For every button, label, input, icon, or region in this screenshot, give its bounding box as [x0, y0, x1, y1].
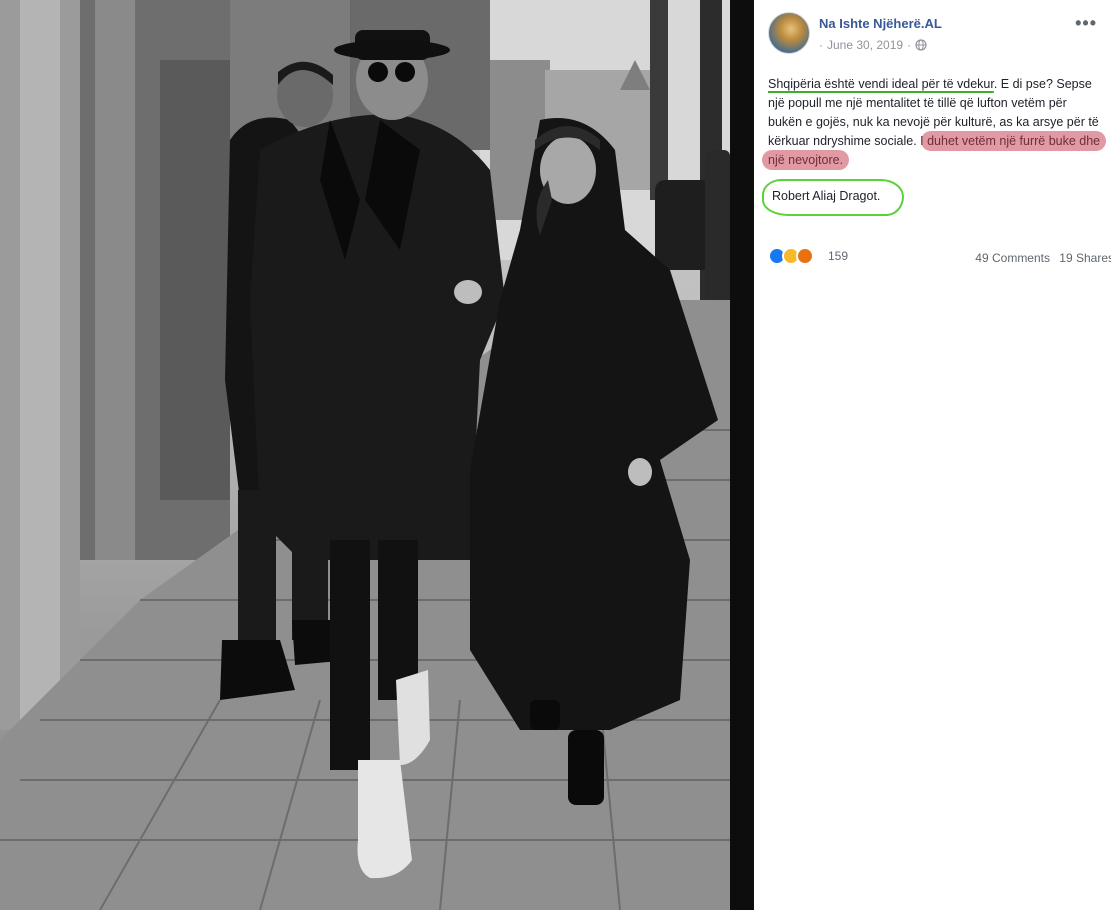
- reaction-count[interactable]: 159: [828, 249, 848, 263]
- signature-text: Robert Aliaj Dragot.: [772, 189, 881, 203]
- signature-circle: Robert Aliaj Dragot.: [762, 179, 905, 216]
- angry-icon: [796, 247, 814, 265]
- photo-viewer: [0, 0, 754, 910]
- underlined-text: Shqipëria është vendi ideal për të vdeku…: [768, 77, 994, 91]
- more-options-button[interactable]: •••: [1075, 14, 1097, 32]
- meta-separator: ·: [907, 38, 912, 52]
- reaction-icons[interactable]: [768, 247, 814, 265]
- post-date-link[interactable]: June 30, 2019: [827, 38, 903, 52]
- post-paragraph: Shqipëria është vendi ideal për të vdeku…: [762, 75, 1107, 170]
- page-name-link[interactable]: Na Ishte Njëherë.AL: [819, 16, 942, 31]
- photo-illustration: [0, 0, 730, 910]
- post-side-panel: Na Ishte Njëherë.AL · June 30, 2019 · ••…: [754, 0, 1111, 910]
- post-message: Shqipëria është vendi ideal për të vdeku…: [762, 75, 1107, 216]
- reactions-bar: 159 49 Comments 19 Shares: [768, 247, 1111, 267]
- shares-link[interactable]: 19 Shares: [1059, 251, 1111, 265]
- meta-separator: ·: [819, 38, 823, 52]
- post-meta: · June 30, 2019 ·: [819, 38, 927, 52]
- globe-icon[interactable]: [915, 39, 927, 51]
- comments-link[interactable]: 49 Comments: [975, 251, 1050, 265]
- facebook-post-viewer: Na Ishte Njëherë.AL · June 30, 2019 · ••…: [0, 0, 1111, 910]
- post-photo[interactable]: [0, 0, 730, 910]
- page-avatar[interactable]: [768, 12, 810, 54]
